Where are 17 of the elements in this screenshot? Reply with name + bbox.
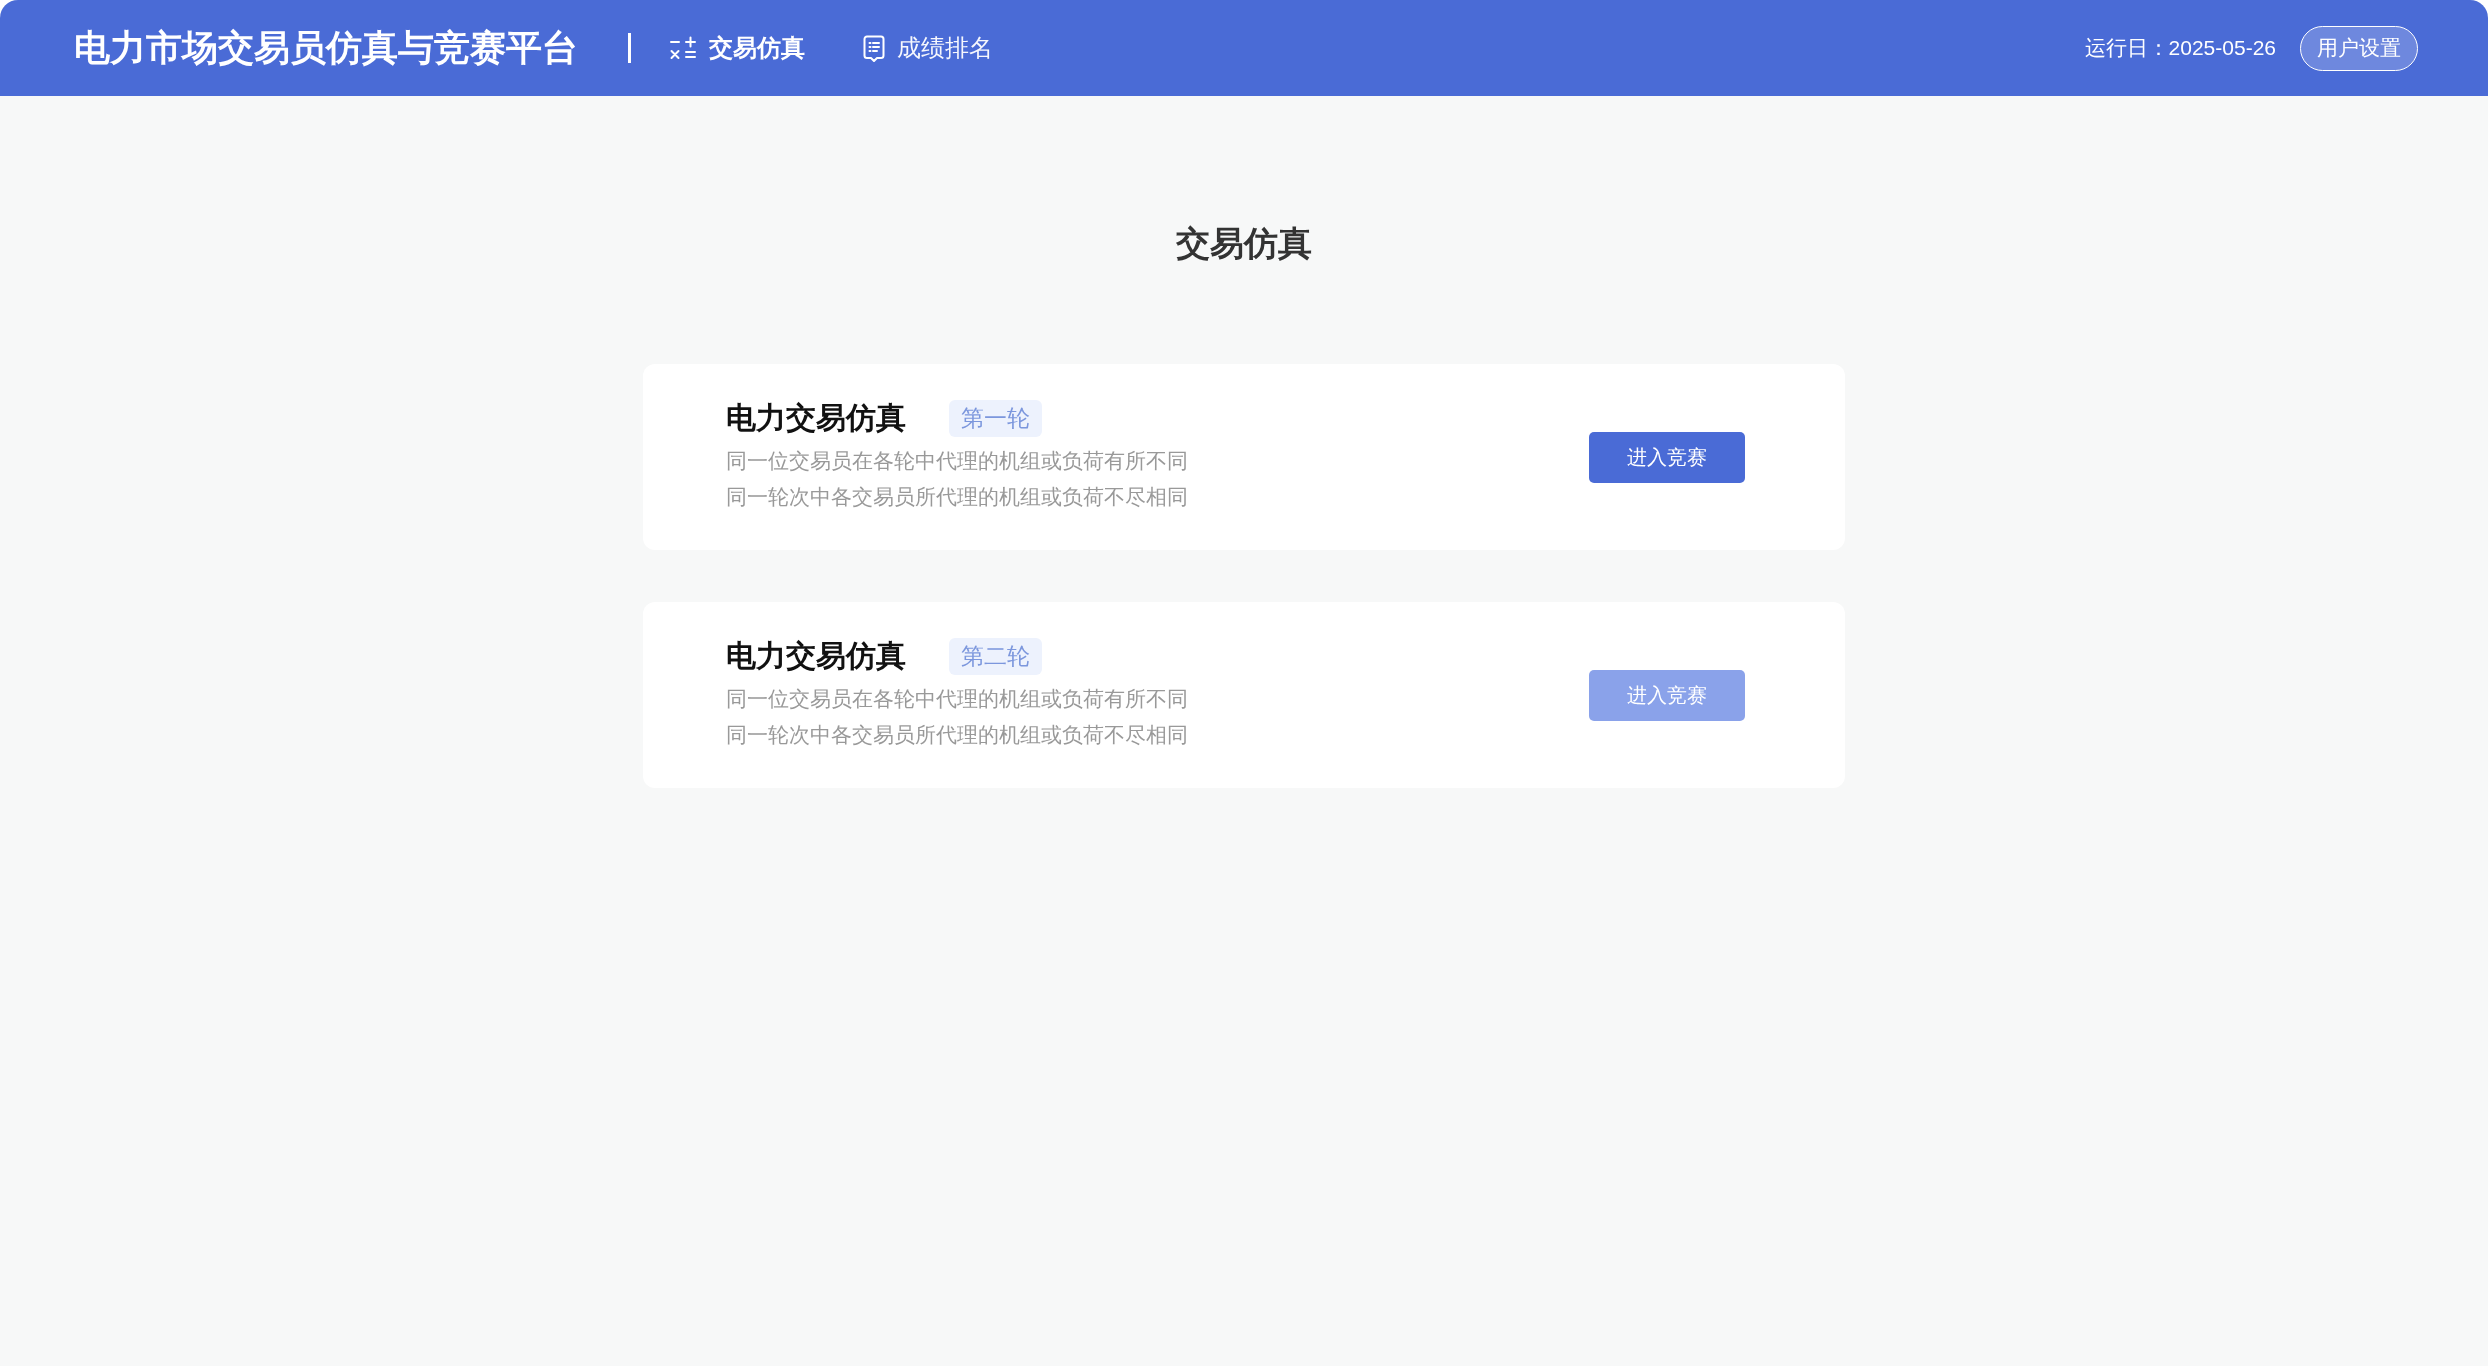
- user-settings-button[interactable]: 用户设置: [2300, 25, 2418, 71]
- description-text: 同一位交易员在各轮中代理的机组或负荷有所不同: [726, 447, 1188, 474]
- note-icon: [863, 34, 885, 62]
- round-badge: 第二轮: [949, 637, 1042, 675]
- math-symbols-icon: [669, 36, 697, 60]
- nav-tab[interactable]: 交易仿真: [669, 30, 805, 66]
- run-date: 运行日：2025-05-26: [2084, 35, 2276, 62]
- description-text: 同一位交易员在各轮中代理的机组或负荷有所不同: [726, 685, 1188, 712]
- round-badge: 第一轮: [949, 399, 1042, 437]
- card-title: 电力交易仿真: [726, 403, 906, 433]
- app-title: 电力市场交易员仿真与竞赛平台: [74, 30, 578, 66]
- card-title: 电力交易仿真: [726, 641, 906, 671]
- page-title: 交易仿真: [1176, 226, 1312, 260]
- description-text: 同一轮次中各交易员所代理的机组或负荷不尽相同: [726, 721, 1188, 748]
- description-text: 同一轮次中各交易员所代理的机组或负荷不尽相同: [726, 483, 1188, 510]
- enter-competition-button[interactable]: 进入竞赛: [1589, 431, 1745, 483]
- nav-tab[interactable]: 成绩排名: [863, 30, 993, 66]
